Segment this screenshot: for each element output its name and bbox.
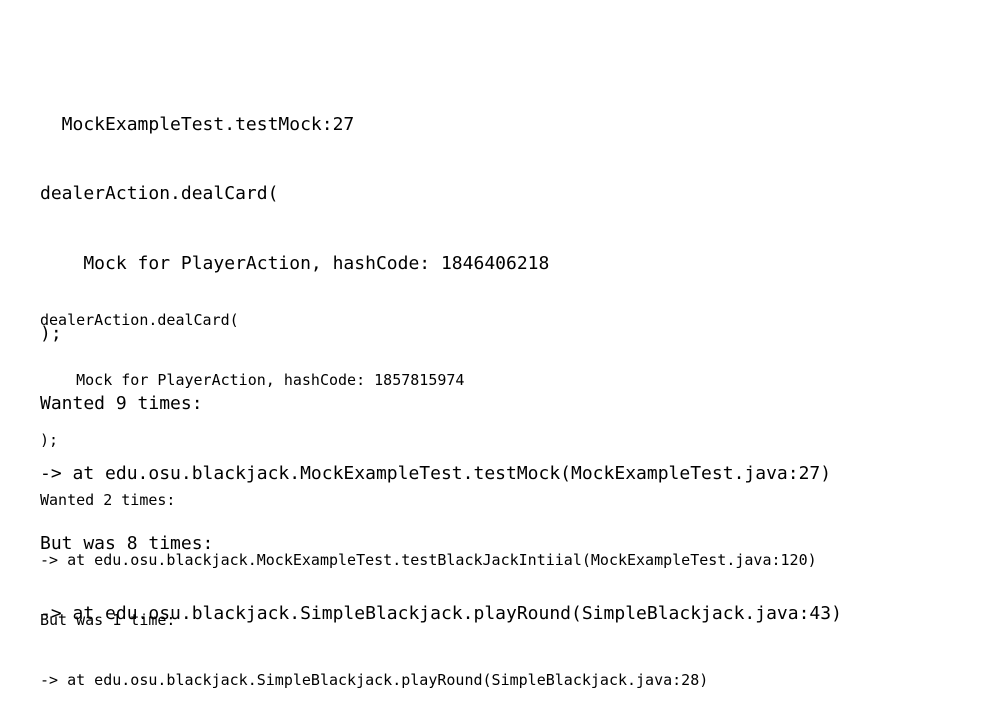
- verify-call-line: dealerAction.dealCard(: [40, 311, 239, 329]
- wanted-count-line: Wanted 2 times:: [40, 491, 176, 509]
- test-location-line: MockExampleTest.testMock:27: [40, 113, 355, 135]
- call-close-line: );: [40, 431, 59, 449]
- mock-argument-line: Mock for PlayerAction, hashCode: 1857815…: [40, 371, 465, 389]
- verify-call-line: dealerAction.dealCard(: [40, 183, 279, 205]
- wanted-stack-line: -> at edu.osu.blackjack.MockExampleTest.…: [40, 551, 817, 569]
- console-output-block-2: dealerAction.dealCard( Mock for PlayerAc…: [40, 270, 817, 710]
- actual-count-line: But was 1 time:: [40, 611, 176, 629]
- actual-stack-line: -> at edu.osu.blackjack.SimpleBlackjack.…: [40, 671, 709, 689]
